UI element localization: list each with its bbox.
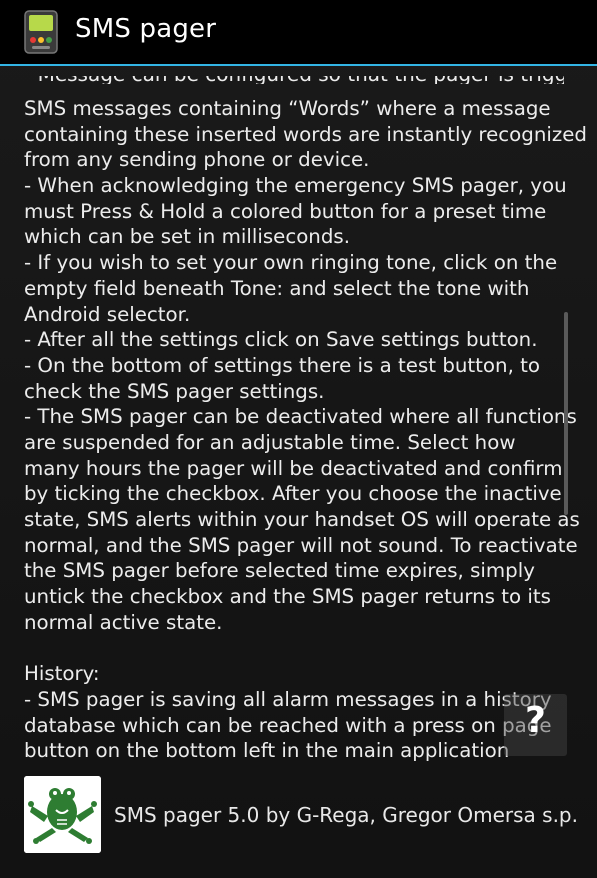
text-line: from any sending phone or device. bbox=[24, 148, 370, 172]
action-bar: SMS pager bbox=[0, 0, 597, 66]
text-line: are suspended for an adjustable time. Se… bbox=[24, 430, 516, 454]
app-title: SMS pager bbox=[75, 14, 217, 44]
text-line: Android selector. bbox=[24, 302, 191, 326]
text-line: - On the bottom of settings there is a t… bbox=[24, 353, 541, 377]
text-line: normal, and the SMS pager will not sound… bbox=[24, 533, 578, 557]
scrollbar[interactable] bbox=[564, 312, 568, 515]
text-line: normal active state. bbox=[24, 610, 223, 634]
about-scroll-view[interactable]: - Message can be configured so that the … bbox=[0, 68, 597, 878]
text-line: check the SMS pager settings. bbox=[24, 379, 325, 403]
text-line: - After all the settings click on Save s… bbox=[24, 328, 538, 352]
text-line: many hours the pager will be deactivated… bbox=[24, 456, 563, 480]
text-line: - SMS pager is saving all alarm messages… bbox=[24, 687, 552, 711]
text-line: History: bbox=[24, 662, 100, 686]
text-line: button on the bottom left in the main ap… bbox=[24, 739, 510, 763]
pager-device-icon[interactable] bbox=[24, 10, 58, 54]
help-button[interactable]: ? bbox=[504, 694, 567, 756]
text-line: - When acknowledging the emergency SMS p… bbox=[24, 174, 567, 198]
about-row: SMS pager 5.0 by G-Rega, Gregor Omersa s… bbox=[24, 776, 584, 856]
app-screen: SMS pager - Message can be configured so… bbox=[0, 0, 597, 878]
text-line: by ticking the checkbox. After you choos… bbox=[24, 482, 562, 506]
text-line: - The SMS pager can be deactivated where… bbox=[24, 405, 577, 429]
partial-text-line: - Message can be configured so that the … bbox=[24, 76, 564, 84]
text-line: database which can be reached with a pre… bbox=[24, 713, 552, 737]
description-text: SMS messages containing “Words” where a … bbox=[24, 96, 587, 764]
question-mark-icon: ? bbox=[525, 700, 546, 741]
text-line: the SMS pager before selected time expir… bbox=[24, 559, 535, 583]
frog-logo-icon bbox=[24, 776, 101, 853]
version-credits: SMS pager 5.0 by G-Rega, Gregor Omersa s… bbox=[114, 803, 578, 827]
text-line: containing these inserted words are inst… bbox=[24, 122, 587, 146]
text-line: untick the checkbox and the SMS pager re… bbox=[24, 585, 551, 609]
text-line: empty field beneath Tone: and select the… bbox=[24, 276, 530, 300]
text-line: which can be set in milliseconds. bbox=[24, 225, 350, 249]
text-line: - If you wish to set your own ringing to… bbox=[24, 251, 558, 275]
g-rega-logo bbox=[24, 776, 101, 853]
text-line: SMS messages containing “Words” where a … bbox=[24, 97, 551, 120]
text-line: state, SMS alerts within your handset OS… bbox=[24, 508, 580, 531]
text-line: must Press & Hold a colored button for a… bbox=[24, 199, 547, 223]
